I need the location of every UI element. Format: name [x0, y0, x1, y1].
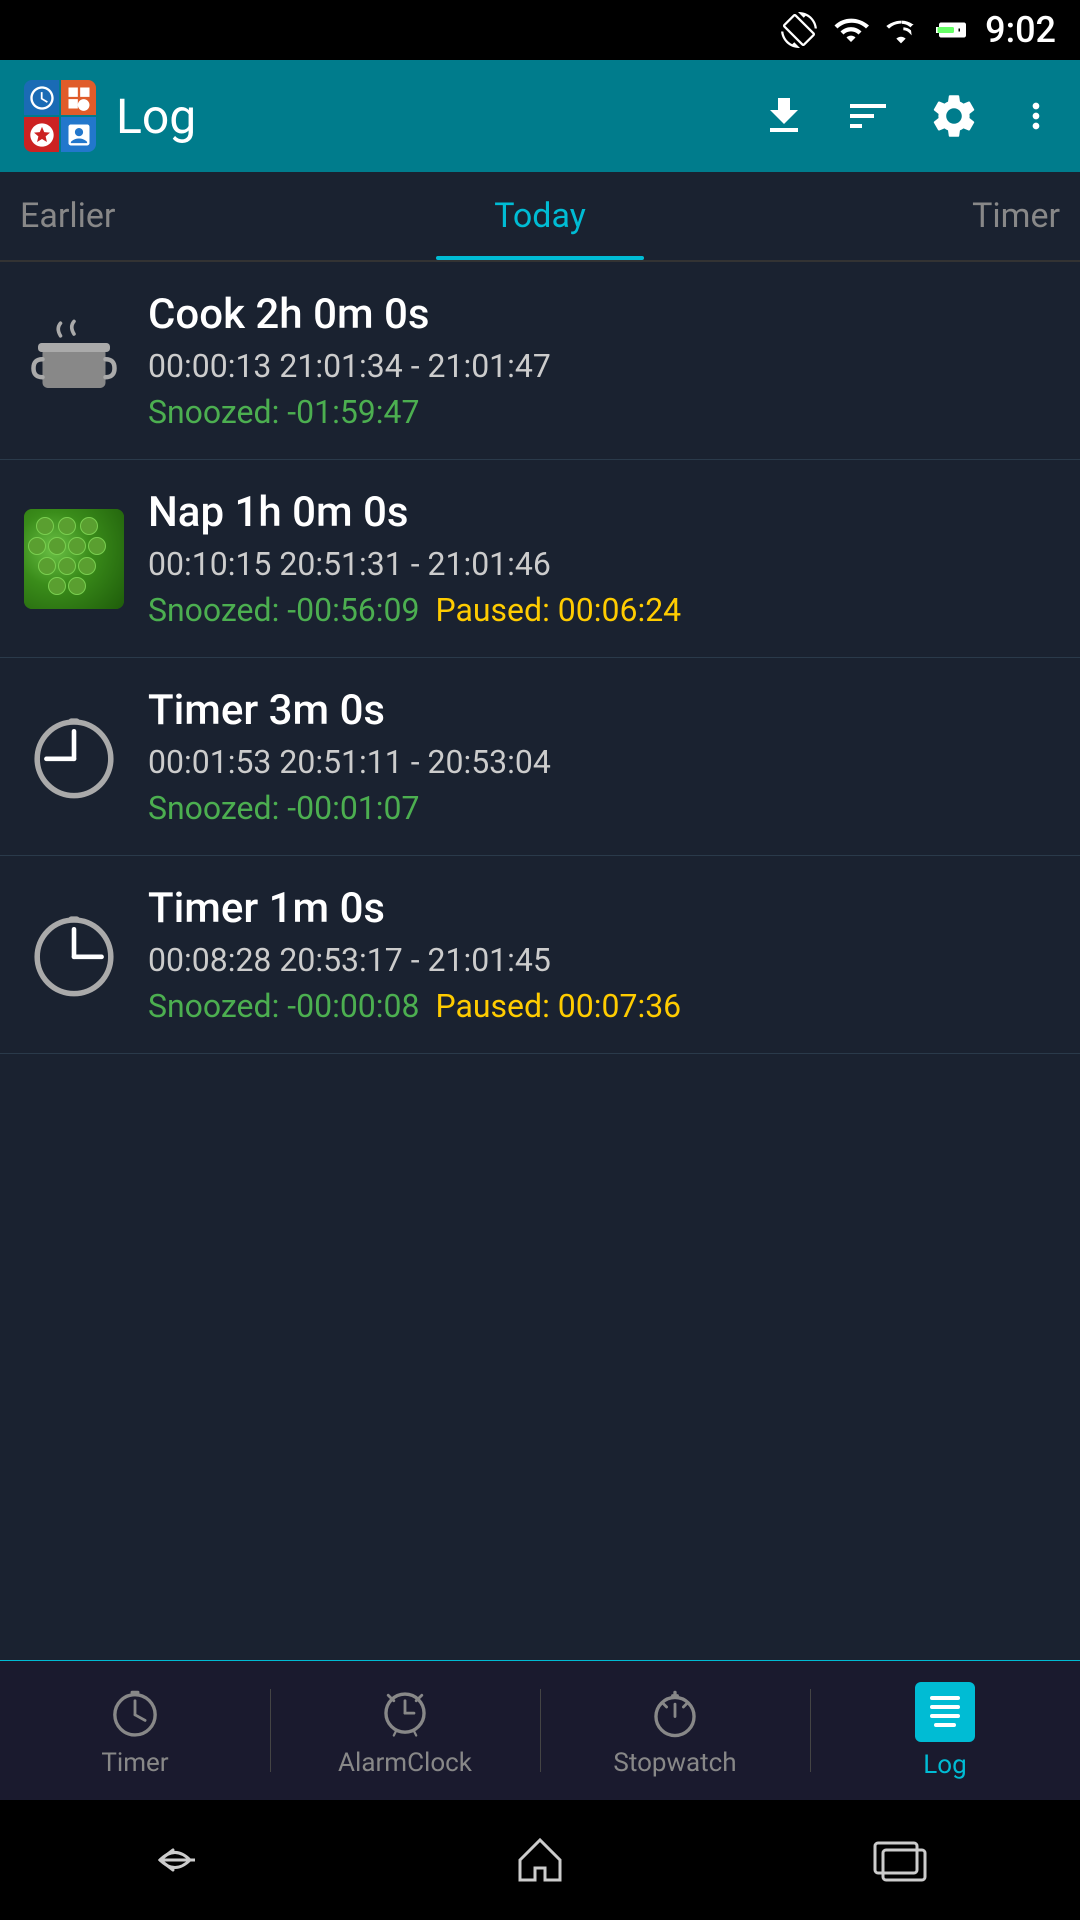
logo-cell-4 — [61, 117, 96, 152]
bottom-nav: Timer AlarmClock Stopwatch — [0, 1660, 1080, 1800]
timer3-content: Timer 3m 0s 00:01:53 20:51:11 - 20:53:04… — [148, 686, 1056, 827]
nap-snooze: Snoozed: -00:56:09 — [148, 591, 420, 629]
nav-item-alarmclock[interactable]: AlarmClock — [270, 1661, 540, 1800]
log-item-cook[interactable]: Cook 2h 0m 0s 00:00:13 21:01:34 - 21:01:… — [0, 262, 1080, 460]
logo-cell-3 — [24, 117, 59, 152]
timer3-time: 00:01:53 20:51:11 - 20:53:04 — [148, 743, 1056, 781]
cook-content: Cook 2h 0m 0s 00:00:13 21:01:34 - 21:01:… — [148, 290, 1056, 431]
nav-item-log[interactable]: Log — [810, 1661, 1080, 1800]
status-bar: 9:02 — [0, 0, 1080, 60]
timer3-icon — [24, 707, 124, 807]
download-icon[interactable] — [760, 92, 808, 140]
tab-timer[interactable]: Timer — [713, 172, 1080, 260]
timer3-title: Timer 3m 0s — [148, 686, 1056, 735]
header-icons — [760, 90, 1056, 142]
battery-icon — [931, 12, 971, 48]
cook-icon — [24, 311, 124, 411]
log-item-timer3[interactable]: Timer 3m 0s 00:01:53 20:51:11 - 20:53:04… — [0, 658, 1080, 856]
logo-cell-1 — [24, 80, 59, 115]
nap-icon — [24, 509, 124, 609]
nav-alarmclock-label: AlarmClock — [338, 1748, 472, 1778]
app-logo — [24, 80, 96, 152]
nav-log-icon — [915, 1682, 975, 1742]
cook-snooze-row: Snoozed: -01:59:47 — [148, 393, 1056, 431]
log-item-nap[interactable]: Nap 1h 0m 0s 00:10:15 20:51:31 - 21:01:4… — [0, 460, 1080, 658]
timer1-content: Timer 1m 0s 00:08:28 20:53:17 - 21:01:45… — [148, 884, 1056, 1025]
tab-today[interactable]: Today — [367, 172, 714, 260]
log-list: Cook 2h 0m 0s 00:00:13 21:01:34 - 21:01:… — [0, 262, 1080, 1054]
status-time: 9:02 — [985, 9, 1056, 51]
timer1-snooze-row: Snoozed: -00:00:08 Paused: 00:07:36 — [148, 987, 1056, 1025]
nav-item-stopwatch[interactable]: Stopwatch — [540, 1661, 810, 1800]
sort-icon[interactable] — [844, 92, 892, 140]
recents-button[interactable] — [860, 1820, 940, 1900]
tab-earlier[interactable]: Earlier — [0, 172, 367, 260]
back-button[interactable] — [140, 1820, 220, 1900]
app-title: Log — [116, 88, 740, 145]
timer1-title: Timer 1m 0s — [148, 884, 1056, 933]
wifi-icon — [831, 12, 871, 48]
tab-bar: Earlier Today Timer — [0, 172, 1080, 262]
nap-paused: Paused: 00:06:24 — [435, 591, 681, 629]
nap-content: Nap 1h 0m 0s 00:10:15 20:51:31 - 21:01:4… — [148, 488, 1056, 629]
nav-stopwatch-icon — [647, 1684, 703, 1740]
sys-nav — [0, 1800, 1080, 1920]
timer1-icon — [24, 905, 124, 1005]
nap-snooze-row: Snoozed: -00:56:09 Paused: 00:06:24 — [148, 591, 1056, 629]
nap-time: 00:10:15 20:51:31 - 21:01:46 — [148, 545, 1056, 583]
settings-icon[interactable] — [928, 90, 980, 142]
nav-item-timer[interactable]: Timer — [0, 1661, 270, 1800]
rotate-icon — [781, 12, 817, 48]
timer1-time: 00:08:28 20:53:17 - 21:01:45 — [148, 941, 1056, 979]
app-header: Log — [0, 60, 1080, 172]
signal-icon — [885, 12, 917, 48]
nav-stopwatch-label: Stopwatch — [613, 1748, 736, 1778]
status-icons: 9:02 — [781, 9, 1056, 51]
nap-image — [24, 509, 124, 609]
cook-title: Cook 2h 0m 0s — [148, 290, 1056, 339]
nav-timer-icon — [107, 1684, 163, 1740]
timer3-snooze: Snoozed: -00:01:07 — [148, 789, 420, 827]
nav-timer-label: Timer — [101, 1748, 168, 1778]
timer3-snooze-row: Snoozed: -00:01:07 — [148, 789, 1056, 827]
timer1-paused: Paused: 00:07:36 — [435, 987, 681, 1025]
nav-log-label: Log — [923, 1750, 966, 1780]
timer1-snooze: Snoozed: -00:00:08 — [148, 987, 420, 1025]
cook-time: 00:00:13 21:01:34 - 21:01:47 — [148, 347, 1056, 385]
nav-alarmclock-icon — [377, 1684, 433, 1740]
nap-title: Nap 1h 0m 0s — [148, 488, 1056, 537]
more-icon[interactable] — [1016, 92, 1056, 140]
home-button[interactable] — [500, 1820, 580, 1900]
log-item-timer1[interactable]: Timer 1m 0s 00:08:28 20:53:17 - 21:01:45… — [0, 856, 1080, 1054]
logo-cell-2 — [61, 80, 96, 115]
cook-snooze: Snoozed: -01:59:47 — [148, 393, 420, 431]
